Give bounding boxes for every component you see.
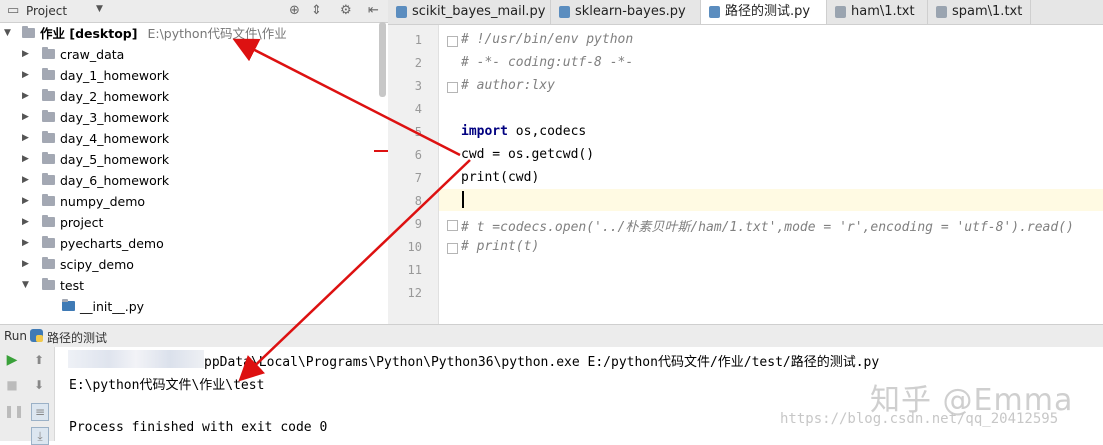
arrow-to-output — [238, 159, 471, 382]
arrow-to-root-path — [232, 38, 461, 157]
annotation-arrows — [232, 38, 471, 382]
